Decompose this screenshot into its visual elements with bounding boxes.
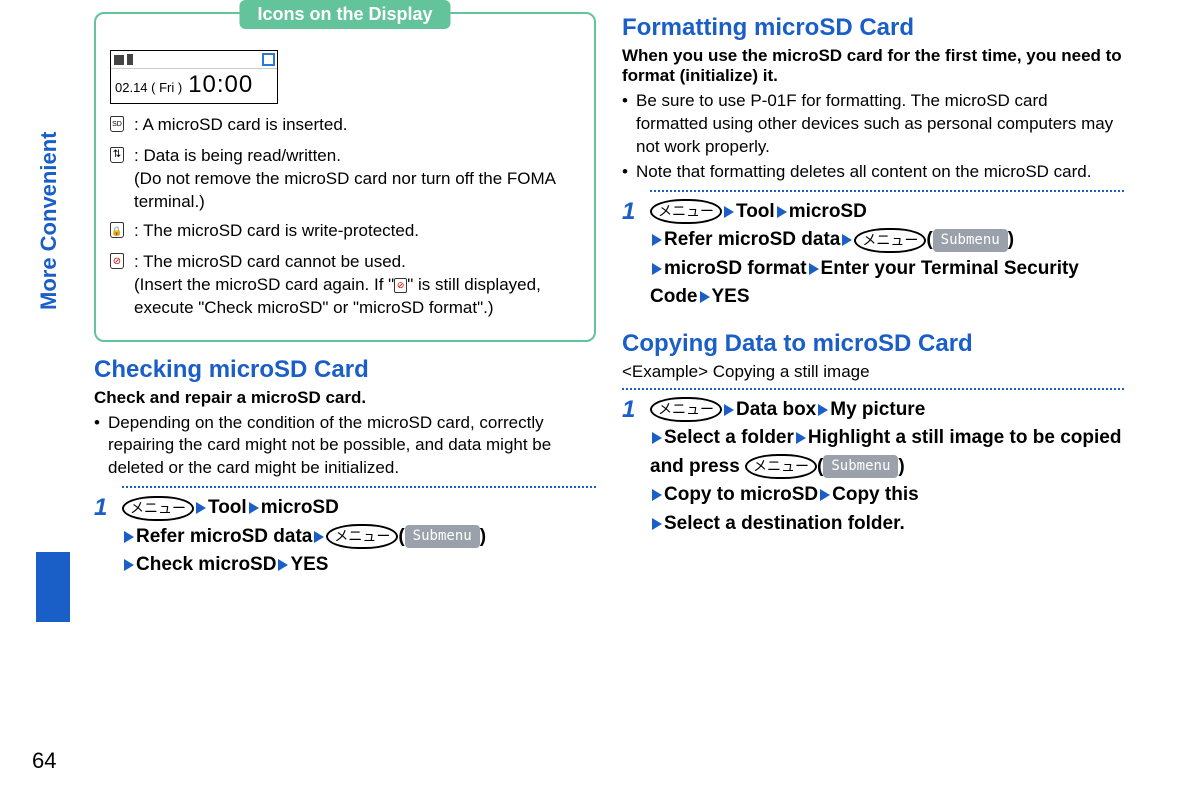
icon-legend-item: : Data is being read/written. (Do not re… [110,145,580,214]
step-number: 1 [622,198,650,312]
section-tab-block [36,552,70,622]
step-body: メニューToolmicroSD Refer microSD dataメニュー(S… [122,494,596,580]
arrow-icon [196,502,206,514]
arrow-icon [652,518,662,530]
arrow-icon [809,263,819,275]
arrow-icon [724,206,734,218]
arrow-icon [652,489,662,501]
icons-on-display-box: Icons on the Display 02.14 ( Fri ) 10:00… [94,12,596,342]
arrow-icon [652,432,662,444]
sd-status-icon [262,53,275,66]
battery-icon [127,54,133,65]
copying-heading: Copying Data to microSD Card [622,330,1124,358]
menu-key-icon: メニュー [854,228,926,253]
formatting-step: 1 メニューToolmicroSD Refer microSD dataメニュー… [622,198,1124,312]
arrow-icon [796,432,806,444]
signal-icon [114,55,124,65]
icon-legend-item: : The microSD card is write-protected. [110,220,580,245]
step-divider [650,190,1124,192]
sd-error-icon [110,253,124,269]
sd-readwrite-icon [110,147,124,163]
icon-legend-item: : The microSD card cannot be used. (Inse… [110,251,580,320]
arrow-icon [652,263,662,275]
copying-step: 1 メニューData boxMy picture Select a folder… [622,396,1124,539]
formatting-heading: Formatting microSD Card [622,14,1124,42]
step-body: メニューData boxMy picture Select a folderHi… [650,396,1124,539]
arrow-icon [278,559,288,571]
arrow-icon [124,531,134,543]
step-number: 1 [622,396,650,539]
checking-step: 1 メニューToolmicroSD Refer microSD dataメニュー… [94,494,596,580]
menu-key-icon: メニュー [745,454,817,479]
icon-legend-list: : A microSD card is inserted. : Data is … [110,114,580,320]
sd-writeprotected-icon [110,222,124,238]
menu-key-icon: メニュー [326,524,398,549]
display-sample: 02.14 ( Fri ) 10:00 [110,50,278,104]
arrow-icon [249,502,259,514]
arrow-icon [777,206,787,218]
step-number: 1 [94,494,122,580]
arrow-icon [124,559,134,571]
arrow-icon [818,404,828,416]
icon-legend-item: : A microSD card is inserted. [110,114,580,139]
copying-example: <Example> Copying a still image [622,362,1124,382]
formatting-bullets: Be sure to use P-01F for formatting. The… [622,90,1124,184]
checking-lead: Check and repair a microSD card. [94,388,596,408]
submenu-pill: Submenu [823,455,898,478]
page-number: 64 [32,748,56,774]
display-date: 02.14 ( Fri ) [115,80,182,95]
display-time: 10:00 [188,71,253,99]
step-divider [122,486,596,488]
checking-bullets: Depending on the condition of the microS… [94,412,596,481]
section-tab-label: More Convenient [36,132,62,310]
menu-key-icon: メニュー [650,397,722,422]
arrow-icon [652,234,662,246]
arrow-icon [724,404,734,416]
menu-key-icon: メニュー [650,199,722,224]
icons-box-title: Icons on the Display [239,0,450,29]
arrow-icon [700,291,710,303]
arrow-icon [820,489,830,501]
sd-inserted-icon [110,116,124,132]
arrow-icon [842,234,852,246]
formatting-lead: When you use the microSD card for the fi… [622,46,1124,86]
checking-heading: Checking microSD Card [94,356,596,384]
submenu-pill: Submenu [933,229,1008,252]
arrow-icon [314,531,324,543]
sd-error-icon-inline [394,278,407,293]
step-divider [622,388,1124,390]
submenu-pill: Submenu [405,525,480,548]
menu-key-icon: メニュー [122,496,194,521]
step-body: メニューToolmicroSD Refer microSD dataメニュー(S… [650,198,1124,312]
